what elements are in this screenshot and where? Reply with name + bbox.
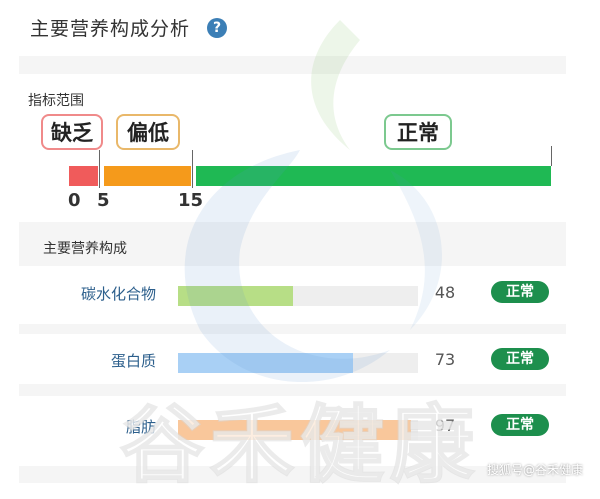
threshold-label: 5 [97, 190, 110, 211]
nutrient-value: 48 [434, 283, 456, 302]
range-bar-deficient [69, 166, 98, 186]
range-section-label: 指标范围 [28, 93, 84, 109]
nutrient-name: 脂肪 [125, 418, 156, 436]
badge-low: 偏低 [116, 114, 180, 150]
badge-normal: 正常 [384, 114, 452, 150]
range-bar-normal [196, 166, 551, 186]
nutrient-bar-track [178, 353, 418, 373]
nutrient-bar-fill [178, 353, 354, 373]
range-tick [551, 146, 552, 166]
nutrient-value: 73 [434, 350, 456, 369]
badge-deficient: 缺乏 [41, 114, 103, 150]
nutrient-bar-track [178, 286, 418, 306]
range-tick [99, 150, 100, 188]
nutrient-bar-fill [178, 420, 411, 440]
nutrient-bar-track [178, 420, 418, 440]
status-badge: 正常 [491, 281, 549, 303]
composition-section-label: 主要营养构成 [43, 241, 127, 257]
threshold-label: 15 [178, 190, 204, 211]
nutrient-value: 97 [434, 416, 456, 435]
page-title: 主要营养构成分析 [30, 18, 191, 40]
nutrient-bar-fill [178, 286, 294, 306]
help-icon[interactable]: ? [207, 18, 227, 38]
status-badge: 正常 [491, 414, 549, 436]
range-bar-low [104, 166, 191, 186]
status-badge: 正常 [491, 348, 549, 370]
nutrient-name: 碳水化合物 [80, 285, 156, 303]
header: 主要营养构成分析 ? [0, 0, 600, 56]
nutrient-name: 蛋白质 [110, 352, 156, 370]
threshold-label: 0 [68, 190, 81, 211]
range-tick [192, 150, 193, 188]
